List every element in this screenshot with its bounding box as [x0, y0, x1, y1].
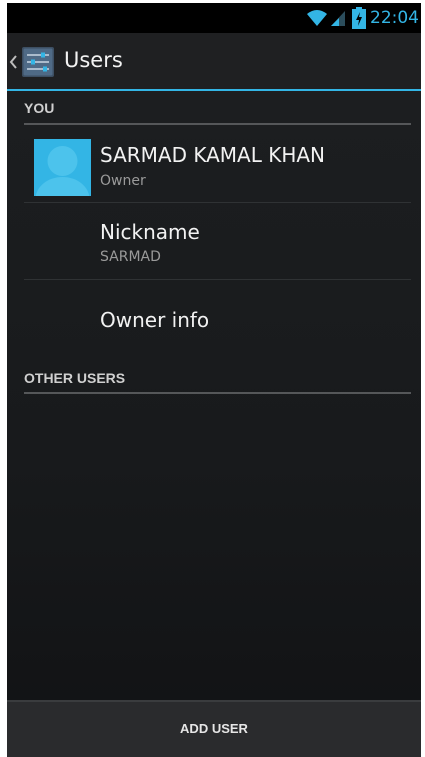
owner-role: Owner	[100, 173, 146, 189]
settings-sliders-icon	[22, 47, 54, 77]
action-bar: Users	[7, 33, 421, 89]
status-icons: 22:04	[305, 7, 419, 29]
nickname-label: Nickname	[100, 220, 200, 244]
section-rule-you	[24, 123, 411, 125]
add-user-label: ADD USER	[180, 721, 248, 736]
add-user-button[interactable]: ADD USER	[7, 700, 421, 757]
settings-screen: 22:04 Users YOU SARMAD KAMAL KHAN Owner …	[7, 3, 421, 757]
nickname-row[interactable]	[7, 203, 421, 279]
up-navigation-button[interactable]: Users	[7, 33, 123, 89]
status-time: 22:04	[370, 8, 419, 28]
action-bar-accent-line	[7, 89, 421, 91]
default-user-avatar-icon	[34, 139, 91, 196]
section-header-other-users: OTHER USERS	[24, 370, 126, 386]
section-header-you: YOU	[24, 100, 55, 116]
battery-charging-icon	[352, 7, 366, 29]
section-rule-other-users	[24, 392, 411, 394]
owner-info-row[interactable]	[7, 280, 421, 352]
owner-name: SARMAD KAMAL KHAN	[100, 143, 326, 167]
signal-icon	[331, 11, 345, 26]
page-title: Users	[64, 48, 123, 72]
status-bar: 22:04	[7, 3, 421, 33]
wifi-icon	[307, 10, 327, 26]
nickname-value: SARMAD	[100, 249, 161, 265]
chevron-left-icon	[9, 55, 17, 69]
owner-info-label: Owner info	[100, 308, 210, 332]
